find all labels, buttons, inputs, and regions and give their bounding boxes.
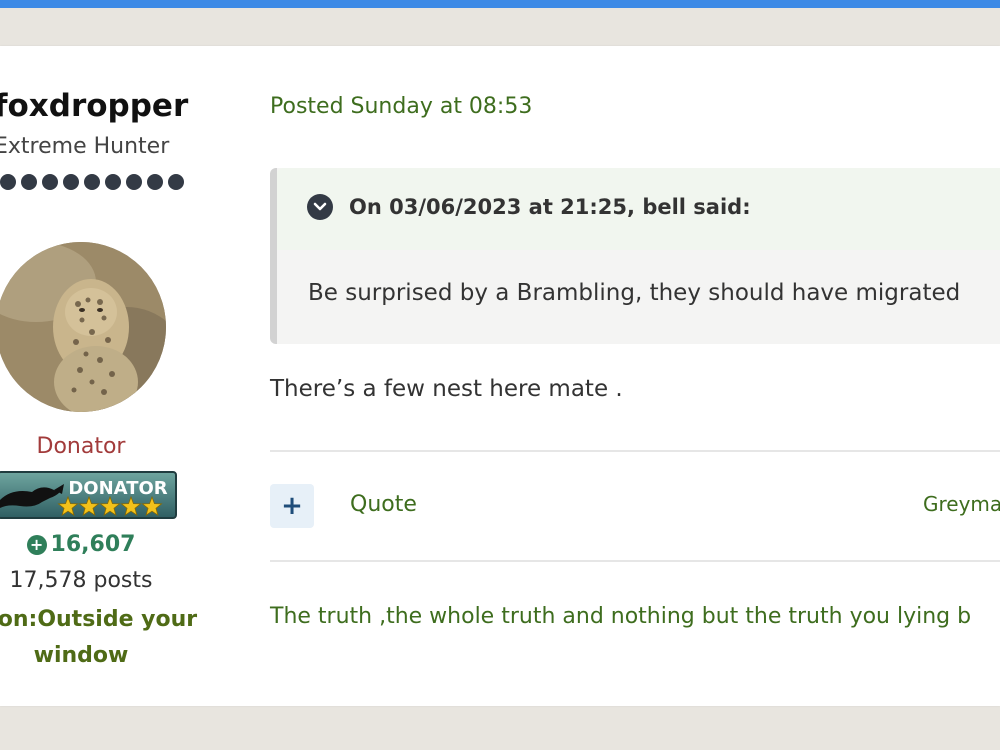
plus-circle-icon: +: [26, 534, 47, 555]
post-body: There’s a few nest here mate .: [270, 376, 623, 402]
user-signature: The truth ,the whole truth and nothing b…: [270, 604, 972, 629]
rank-pip: [147, 174, 163, 190]
author-avatar[interactable]: [0, 242, 166, 412]
quote-citation-text: On 03/06/2023 at 21:25, bell said:: [349, 195, 751, 219]
quote-button[interactable]: Quote: [350, 492, 417, 517]
rank-pip: [21, 174, 37, 190]
quote-block: On 03/06/2023 at 21:25, bell said: Be su…: [270, 168, 1000, 344]
post-count: 17,578 posts: [9, 568, 153, 593]
author-name[interactable]: foxdropper: [0, 88, 188, 124]
rank-pip: [168, 174, 184, 190]
divider: [270, 450, 1000, 452]
rank-pip: [105, 174, 121, 190]
rank-pip: [0, 174, 16, 190]
reputation-count[interactable]: + 16,607: [0, 532, 162, 557]
rank-pips: [0, 174, 184, 190]
author-location: ation:Outside your window: [0, 602, 242, 674]
rank-pip: [63, 174, 79, 190]
user-group: Donator: [36, 434, 126, 459]
chevron-down-icon[interactable]: [307, 194, 333, 220]
rank-pip: [84, 174, 100, 190]
reputation-value: 16,607: [50, 532, 136, 557]
add-reaction-button[interactable]: +: [270, 484, 314, 528]
badge-label: DONATOR: [68, 478, 167, 499]
rank-pip: [126, 174, 142, 190]
quote-text: Be surprised by a Brambling, they should…: [308, 280, 961, 306]
quote-citation[interactable]: On 03/06/2023 at 21:25, bell said:: [307, 194, 751, 220]
reaction-liker-link[interactable]: Greyma: [923, 492, 1000, 516]
post-card: foxdropper Extreme Hunter Donator DONATO…: [0, 46, 1000, 706]
leopard-avatar-image: [0, 242, 166, 412]
donator-badge: DONATOR: [0, 470, 178, 520]
post-date[interactable]: Posted Sunday at 08:53: [270, 94, 532, 119]
browser-top-bar: [0, 0, 1000, 8]
location-line-1: ation:Outside your: [0, 607, 198, 632]
author-rank: Extreme Hunter: [0, 134, 170, 159]
rank-pip: [42, 174, 58, 190]
divider: [270, 560, 1000, 562]
location-line-2: window: [33, 643, 129, 668]
